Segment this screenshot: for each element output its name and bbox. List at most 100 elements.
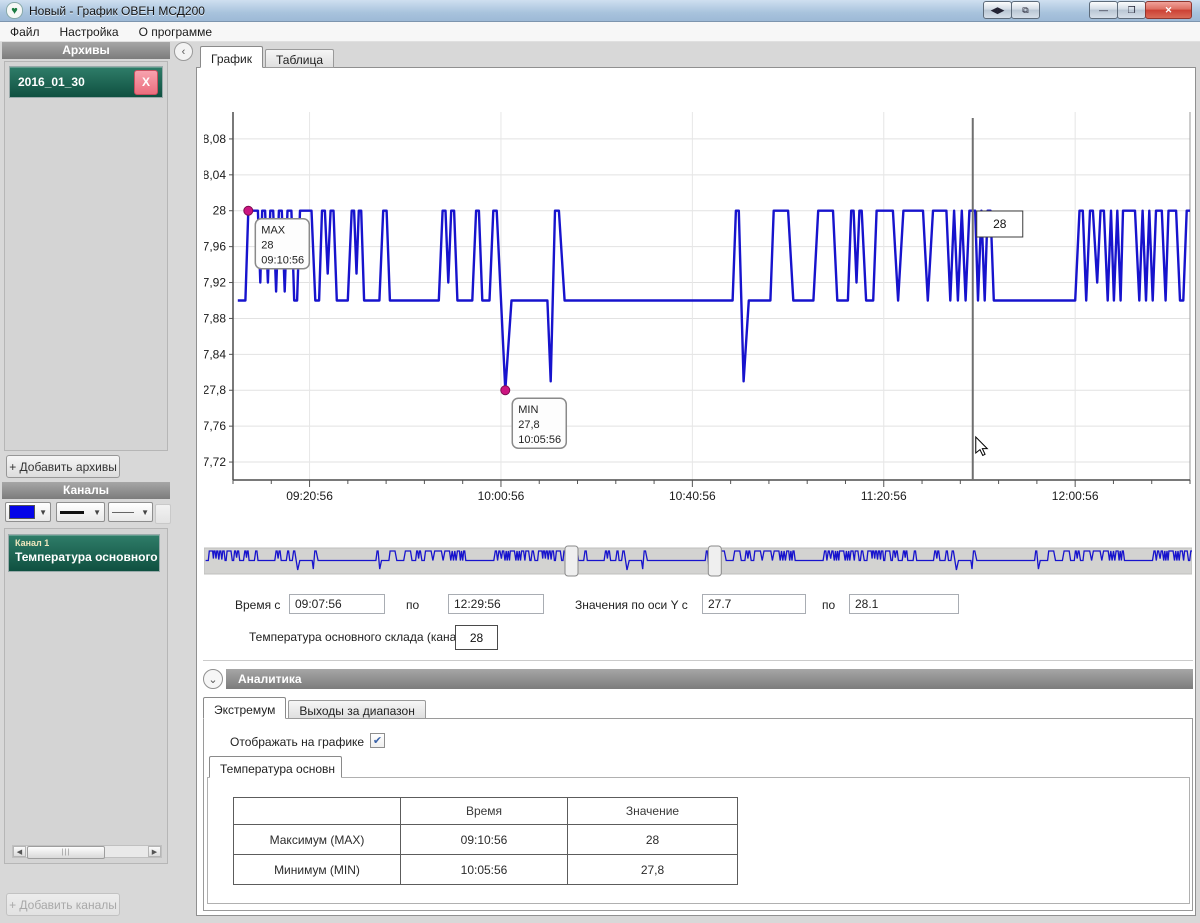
- sidebar-collapse-button[interactable]: ‹: [174, 42, 193, 61]
- apply-style-button[interactable]: [155, 504, 171, 524]
- legend-current-value: 28: [455, 625, 498, 650]
- tab-table[interactable]: Таблица: [265, 49, 334, 68]
- table-cell: 27,8: [568, 855, 738, 885]
- close-button[interactable]: ✕: [1145, 1, 1192, 19]
- x-tick-label: 10:00:56: [478, 489, 525, 503]
- scroll-left-icon[interactable]: ◀: [13, 846, 26, 857]
- scrollbar-thumb[interactable]: |||: [27, 846, 105, 859]
- y-tick-label: 27,8: [204, 383, 226, 397]
- line-style-swatch: [112, 512, 134, 513]
- add-archives-button[interactable]: + Добавить архивы: [6, 455, 120, 478]
- archive-remove-button[interactable]: X: [134, 70, 158, 95]
- legend-line-swatch: [217, 636, 241, 639]
- min-annotation-text: 10:05:56: [518, 434, 561, 446]
- x-tick-label: 12:00:56: [1052, 489, 1099, 503]
- divider: [203, 660, 1193, 661]
- range-handle[interactable]: [708, 546, 721, 576]
- tab-extremes[interactable]: Экстремум: [203, 697, 286, 719]
- channels-list: Канал 1 Температура основного склада ◀ ▶…: [4, 528, 168, 864]
- title-bar: ♥ Новый - График ОВЕН МСД200 ◀▶ ⧉ — ❐ ✕: [0, 0, 1200, 22]
- series-line: [238, 211, 1190, 391]
- channel-item[interactable]: Канал 1 Температура основного склада: [8, 534, 160, 572]
- channels-header: Каналы: [2, 482, 170, 499]
- max-annotation-text: 09:10:56: [261, 255, 304, 267]
- line-style-select[interactable]: ▼: [108, 502, 153, 522]
- add-channels-button[interactable]: + Добавить каналы: [6, 893, 120, 916]
- analytics-channel-tabstrip: Температура основн: [209, 755, 344, 778]
- y-from-input[interactable]: [702, 594, 806, 614]
- y-tick-label: 27,72: [204, 455, 226, 469]
- show-on-chart-checkbox[interactable]: ✔: [370, 733, 385, 748]
- temperature-chart: 27,72 27,76 27,8 27,84 27,88 27,92 27,96 28 28,0…: [204, 95, 1192, 520]
- cursor-value-label: 28: [993, 217, 1007, 231]
- chevron-down-icon: ▼: [141, 508, 149, 517]
- table-cell: Минимум (MIN): [234, 855, 401, 885]
- color-swatch: [9, 505, 35, 519]
- detach-window-button[interactable]: ⧉: [1011, 1, 1040, 19]
- y-range-label: Значения по оси Y с: [575, 598, 688, 612]
- channel-name: Температура основного склада: [15, 550, 159, 564]
- menu-settings[interactable]: Настройка: [50, 25, 129, 39]
- table-row: Максимум (MAX)09:10:5628: [234, 825, 738, 855]
- x-tick-label: 10:40:56: [669, 489, 716, 503]
- table-row: Минимум (MIN)10:05:5627,8: [234, 855, 738, 885]
- channel-color-select[interactable]: ▼: [5, 502, 51, 522]
- time-to-input[interactable]: [448, 594, 544, 614]
- y-tick-label: 28,04: [204, 168, 226, 182]
- archives-list: 2016_01_30 X: [4, 61, 168, 451]
- time-from-input[interactable]: [289, 594, 385, 614]
- show-on-chart-label: Отображать на графике: [230, 735, 364, 749]
- table-cell: 28: [568, 825, 738, 855]
- time-to-label: по: [406, 598, 419, 612]
- archive-item[interactable]: 2016_01_30 X: [9, 66, 163, 98]
- x-tick-label: 09:20:56: [286, 489, 333, 503]
- mouse-cursor-icon: [976, 437, 988, 455]
- table-cell: Максимум (MAX): [234, 825, 401, 855]
- overview-navigator[interactable]: [204, 545, 1192, 577]
- legend-label: Температура основного склада (канал 1): [249, 630, 477, 644]
- tab-out-of-range[interactable]: Выходы за диапазон: [288, 700, 425, 719]
- menu-file[interactable]: Файл: [0, 25, 50, 39]
- tab-channel-extremes[interactable]: Температура основн: [209, 756, 342, 778]
- analytics-collapse-button[interactable]: ⌄: [203, 669, 223, 689]
- min-annotation-text: 27,8: [518, 419, 539, 431]
- channel-number: Канал 1: [15, 538, 159, 548]
- line-width-swatch: [60, 511, 84, 514]
- scroll-right-icon[interactable]: ▶: [148, 846, 161, 857]
- line-width-select[interactable]: ▼: [56, 502, 105, 522]
- y-tick-label: 27,96: [204, 240, 226, 254]
- y-tick-label: 27,76: [204, 419, 226, 433]
- time-from-label: Время с: [235, 598, 280, 612]
- max-marker-icon: [244, 206, 253, 215]
- main-tabstrip: График Таблица: [200, 46, 336, 68]
- y-to-input[interactable]: [849, 594, 959, 614]
- table-header-row: ВремяЗначение: [234, 798, 738, 825]
- range-handle[interactable]: [565, 546, 578, 576]
- y-to-label: по: [822, 598, 835, 612]
- minimize-button[interactable]: —: [1089, 1, 1118, 19]
- tab-chart[interactable]: График: [200, 46, 263, 68]
- chevron-down-icon: ▼: [39, 508, 47, 517]
- y-tick-label: 27,92: [204, 276, 226, 290]
- y-tick-label: 27,84: [204, 347, 226, 361]
- menu-about[interactable]: О программе: [129, 25, 222, 39]
- max-annotation-text: MAX: [261, 225, 286, 237]
- extremes-table: ВремяЗначение Максимум (MAX)09:10:5628Ми…: [233, 797, 738, 885]
- min-marker-icon: [501, 386, 510, 395]
- compare-windows-button[interactable]: ◀▶: [983, 1, 1012, 19]
- maximize-button[interactable]: ❐: [1117, 1, 1146, 19]
- y-tick-label: 27,88: [204, 311, 226, 325]
- max-annotation-text: 28: [261, 240, 273, 252]
- channels-horizontal-scrollbar[interactable]: ◀ ▶ |||: [12, 845, 162, 858]
- min-annotation-text: MIN: [518, 404, 538, 416]
- app-logo-icon: ♥: [6, 2, 23, 19]
- archives-header: Архивы: [2, 42, 170, 59]
- menu-bar: Файл Настройка О программе: [0, 22, 1200, 42]
- y-tick-label: 28,08: [204, 132, 226, 146]
- archive-name: 2016_01_30: [10, 75, 134, 89]
- application-window: ♥ Новый - График ОВЕН МСД200 ◀▶ ⧉ — ❐ ✕ …: [0, 0, 1200, 923]
- table-header-cell: Время: [401, 798, 568, 825]
- x-tick-label: 11:20:56: [861, 489, 907, 503]
- check-icon: ✔: [373, 736, 382, 746]
- table-header-cell: Значение: [568, 798, 738, 825]
